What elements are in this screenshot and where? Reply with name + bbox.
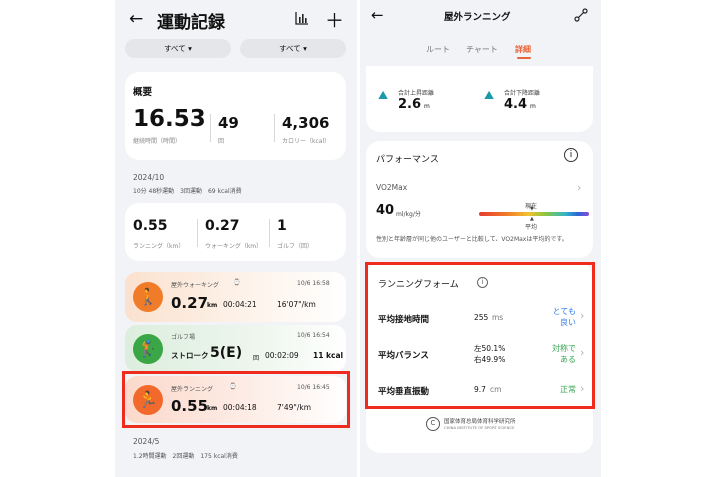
strokes-unit: 回 <box>253 355 260 362</box>
summary-title: 概要 <box>133 87 153 98</box>
activity-name: 屋外ウォーキング <box>171 282 219 289</box>
institute-name: 国家体育总局体育科学研究所 <box>444 419 516 425</box>
count-label: 回 <box>218 138 225 145</box>
vo2max-label[interactable]: VO2Max <box>376 183 407 192</box>
activity-distance: 0.27 <box>171 294 209 312</box>
filter-period-label: すべて <box>279 44 301 53</box>
activity-name: ゴルフ場 <box>171 334 196 341</box>
institute-subtext: CHINA INSTITUTE OF SPORT SCIENCE <box>444 425 515 430</box>
walking-icon: 🚶 <box>133 282 163 312</box>
month-stats-2024-10: 10分 48秒運動 3回運動 69 kcal消費 <box>133 188 242 195</box>
add-icon[interactable]: ＋ <box>325 6 344 33</box>
calories-label: カロリー（kcal） <box>282 138 331 145</box>
walking-total-value: 0.27 <box>205 218 240 234</box>
filter-period-dropdown[interactable]: すべて ▾ <box>240 39 346 58</box>
golf-total-label: ゴルフ（回） <box>277 243 314 250</box>
activity-time: 00:04:21 <box>223 300 257 309</box>
activity-pace: 16'07"/km <box>277 300 316 309</box>
strokes-value: 5(E) <box>210 345 243 361</box>
institute-logo-icon: C <box>426 417 440 431</box>
walking-total-label: ウォーキング（km） <box>205 243 263 250</box>
golf-icon: 🏌 <box>133 334 163 364</box>
activity-golf-item[interactable]: 🏌 ゴルフ場 10/6 16:54 ストローク 5(E) 回 00:02:09 … <box>125 325 346 372</box>
page-title: 運動記録 <box>157 13 225 33</box>
month-label-2024-5: 2024/5 <box>133 437 160 446</box>
descent-label: 合計下降距離 <box>504 90 541 97</box>
exercise-records-screen: ← 運動記録 ＋ すべて ▾ すべて ▾ 概要 16.53 継続時間（時間） 4… <box>115 0 357 477</box>
vo2max-value: 40 <box>376 203 395 218</box>
back-arrow-icon[interactable]: ← <box>129 9 143 29</box>
golf-total-value: 1 <box>277 218 287 234</box>
month-totals-card: 0.55 ランニング（km） 0.27 ウォーキング（km） 1 ゴルフ（回） <box>125 203 346 261</box>
back-arrow-icon[interactable]: ← <box>371 6 384 24</box>
chart-icon[interactable] <box>295 12 309 25</box>
filter-type-label: すべて <box>164 44 186 53</box>
outdoor-running-detail-screen: ← 屋外ランニング ルート チャート 詳細 ⛰ 合計上昇距離 2.6 m ⛰ 合… <box>360 0 601 477</box>
performance-card: パフォーマンス i VO2Max › 40 ml/kg/分 現在 ▼ ▲ 平均 … <box>366 141 593 258</box>
vo2max-note: 性別と年齢層が同じ他のユーザーと比較して、VO2Maxは平均的です。 <box>376 236 568 243</box>
ascent-icon: ⛰ <box>378 88 389 102</box>
month-stats-2024-5: 1.2時間運動 2回運動 175 kcal消費 <box>133 453 238 460</box>
activity-date: 10/6 16:54 <box>297 332 330 339</box>
running-total-label: ランニング（km） <box>133 243 185 250</box>
ascent-label: 合計上昇距離 <box>398 90 435 97</box>
highlight-box <box>122 371 350 428</box>
tab-details[interactable]: 詳細 <box>515 44 531 55</box>
ascent-unit: m <box>424 103 430 110</box>
activity-walking-item[interactable]: 🚶 屋外ウォーキング ⌚ 10/6 16:58 0.27 km 00:04:21… <box>125 272 346 322</box>
descent-value: 4.4 <box>504 97 528 112</box>
tab-active-indicator <box>517 57 531 59</box>
watch-icon: ⌚ <box>233 279 241 286</box>
descent-unit: m <box>530 103 536 110</box>
activity-unit: km <box>207 302 218 309</box>
activity-time: 00:02:09 <box>265 351 299 360</box>
summary-card: 概要 16.53 継続時間（時間） 49 回 4,306 カロリー（kcal） <box>125 72 346 160</box>
duration-value: 16.53 <box>133 106 206 132</box>
strokes-label: ストローク <box>171 351 209 360</box>
filter-type-dropdown[interactable]: すべて ▾ <box>125 39 231 58</box>
vo2max-unit: ml/kg/分 <box>396 211 421 218</box>
elevation-card: ⛰ 合計上昇距離 2.6 m ⛰ 合計下降距離 4.4 m <box>366 66 593 132</box>
running-total-value: 0.55 <box>133 218 168 234</box>
page-title: 屋外ランニング <box>444 12 511 23</box>
performance-title: パフォーマンス <box>376 155 439 165</box>
highlight-box <box>365 262 595 409</box>
ascent-value: 2.6 <box>398 97 422 112</box>
average-marker-label: 平均 <box>525 224 538 231</box>
descent-icon: ⛰ <box>484 88 495 102</box>
info-icon[interactable]: i <box>564 148 578 162</box>
activity-date: 10/6 16:58 <box>297 280 330 287</box>
tab-chart[interactable]: チャート <box>466 44 498 55</box>
calories-value: 4,306 <box>282 114 330 132</box>
route-share-icon[interactable] <box>574 8 588 22</box>
activity-calories: 11 kcal <box>313 351 344 360</box>
duration-label: 継続時間（時間） <box>133 138 182 145</box>
count-value: 49 <box>218 114 239 132</box>
tab-route[interactable]: ルート <box>426 44 450 55</box>
month-label-2024-10: 2024/10 <box>133 173 165 182</box>
chevron-right-icon[interactable]: › <box>577 181 581 194</box>
vo2max-scale-bar <box>479 212 589 216</box>
